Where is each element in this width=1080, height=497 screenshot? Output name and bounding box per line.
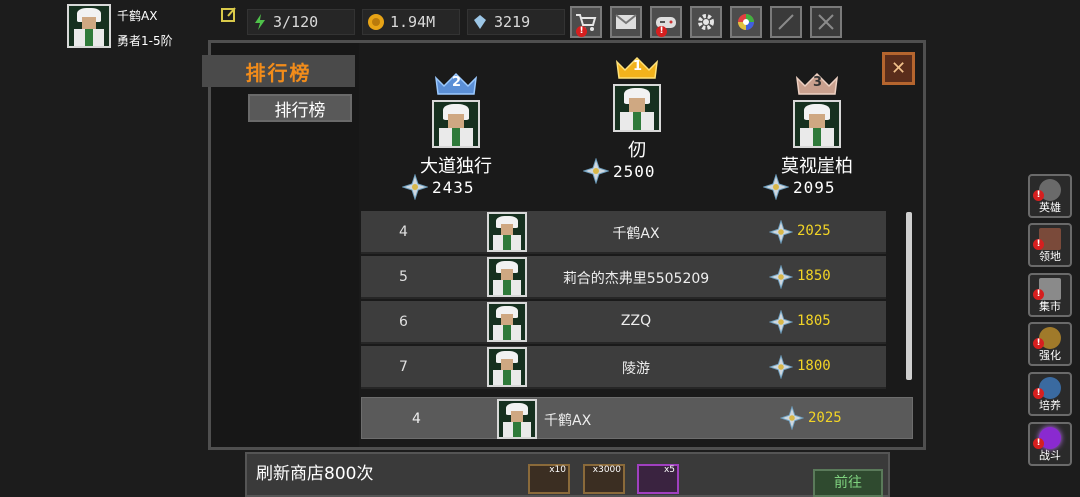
star-badge-icon bbox=[769, 355, 793, 379]
row-avatar bbox=[487, 302, 527, 342]
self-rank: 4 bbox=[412, 411, 421, 427]
row-avatar bbox=[487, 257, 527, 297]
edit-icon[interactable] bbox=[220, 6, 238, 24]
player-avatar[interactable] bbox=[67, 4, 111, 48]
close-icon: ✕ bbox=[890, 58, 907, 79]
reward-coin-item[interactable]: x3000 bbox=[583, 464, 625, 494]
player-name: 千鹤AX bbox=[117, 9, 158, 23]
go-button-label: 前往 bbox=[834, 475, 862, 491]
table-row[interactable]: 6 ZZQ 1805 bbox=[361, 301, 886, 344]
podium-first[interactable]: 1 仞 2500 bbox=[567, 52, 707, 186]
row-name: 陵游 bbox=[622, 361, 650, 377]
shop-cart-icon[interactable]: ! bbox=[570, 6, 602, 38]
self-rank-row[interactable]: 4 千鹤AX 2025 bbox=[361, 397, 913, 439]
reward-star-item[interactable]: x5 bbox=[637, 464, 679, 494]
podium-third-place: 3 bbox=[813, 75, 823, 90]
podium-second-place: 2 bbox=[452, 75, 462, 90]
podium-third-avatar bbox=[793, 100, 841, 148]
table-row[interactable]: 5 莉合的杰弗里5505209 1850 bbox=[361, 256, 886, 299]
gold-coin-icon bbox=[367, 13, 385, 35]
side-menu-enhance[interactable]: ! 强化 bbox=[1028, 322, 1072, 366]
star-badge-icon bbox=[763, 174, 789, 200]
side-menu-hero-label: 英雄 bbox=[1039, 201, 1061, 214]
podium-second[interactable]: 2 大道独行 2435 bbox=[386, 66, 526, 200]
side-menu-enhance-label: 强化 bbox=[1039, 349, 1061, 362]
tab-leaderboard-sub[interactable]: 排行榜 bbox=[248, 94, 352, 122]
gem-value: 3219 bbox=[494, 13, 531, 31]
row-rank: 6 bbox=[399, 314, 408, 330]
side-menu-cultivate-label: 培养 bbox=[1039, 399, 1061, 412]
row-rank: 5 bbox=[399, 269, 408, 285]
podium-third-score: 2095 bbox=[793, 178, 836, 197]
self-avatar bbox=[497, 399, 537, 439]
side-menu-battle-label: 战斗 bbox=[1039, 449, 1061, 462]
color-wheel-icon[interactable] bbox=[730, 6, 762, 38]
star-badge-icon bbox=[780, 406, 804, 430]
crossed-swords-icon[interactable] bbox=[810, 6, 842, 38]
side-menu-market[interactable]: ! 集市 bbox=[1028, 273, 1072, 317]
reward-coin-count: x3000 bbox=[592, 465, 621, 475]
row-avatar bbox=[487, 347, 527, 387]
podium-first-score: 2500 bbox=[613, 162, 656, 181]
feather-icon[interactable] bbox=[770, 6, 802, 38]
podium-first-place: 1 bbox=[633, 59, 643, 74]
row-score: 1805 bbox=[797, 313, 831, 329]
reward-diamond-count: x10 bbox=[549, 465, 566, 475]
side-menu-cultivate[interactable]: ! 培养 bbox=[1028, 372, 1072, 416]
side-menu-territory[interactable]: ! 领地 bbox=[1028, 223, 1072, 267]
podium-third[interactable]: 3 莫视崖柏 2095 bbox=[747, 66, 887, 200]
side-menu-hero[interactable]: ! 英雄 bbox=[1028, 174, 1072, 218]
gear-icon[interactable] bbox=[690, 6, 722, 38]
podium-first-avatar bbox=[613, 84, 661, 132]
tab-leaderboard-main[interactable]: 排行榜 bbox=[202, 55, 355, 87]
row-rank: 4 bbox=[399, 224, 408, 240]
table-row[interactable]: 7 陵游 1800 bbox=[361, 346, 886, 389]
row-score: 1800 bbox=[797, 358, 831, 374]
star-badge-icon bbox=[769, 310, 793, 334]
mail-icon[interactable] bbox=[610, 6, 642, 38]
side-menu-battle[interactable]: ! 战斗 bbox=[1028, 422, 1072, 466]
reward-diamond-item[interactable]: x10 bbox=[528, 464, 570, 494]
row-avatar bbox=[487, 212, 527, 252]
star-badge-icon bbox=[583, 158, 609, 184]
row-rank: 7 bbox=[399, 359, 408, 375]
star-badge-icon bbox=[769, 220, 793, 244]
row-name: 千鹤AX bbox=[612, 226, 660, 242]
self-score: 2025 bbox=[808, 410, 842, 426]
row-score: 2025 bbox=[797, 223, 831, 239]
task-text: 刷新商店800次 bbox=[256, 464, 374, 484]
player-rank: 勇者1-5阶 bbox=[117, 34, 173, 48]
gem-icon bbox=[471, 13, 489, 35]
list-scrollbar[interactable] bbox=[906, 212, 912, 380]
table-row[interactable]: 4 千鹤AX 2025 bbox=[361, 211, 886, 254]
podium-second-avatar bbox=[432, 100, 480, 148]
gold-value: 1.94M bbox=[390, 13, 436, 31]
go-button[interactable]: 前往 bbox=[813, 469, 883, 497]
energy-value: 3/120 bbox=[273, 13, 319, 31]
row-name: 莉合的杰弗里5505209 bbox=[562, 271, 710, 287]
side-menu-market-label: 集市 bbox=[1039, 300, 1061, 313]
star-badge-icon bbox=[402, 174, 428, 200]
reward-star-count: x5 bbox=[663, 465, 675, 475]
energy-icon bbox=[252, 13, 268, 35]
row-name: ZZQ bbox=[620, 313, 652, 329]
podium-second-score: 2435 bbox=[432, 178, 475, 197]
gamepad-icon[interactable]: ! bbox=[650, 6, 682, 38]
self-name: 千鹤AX bbox=[544, 413, 592, 429]
star-badge-icon bbox=[769, 265, 793, 289]
row-score: 1850 bbox=[797, 268, 831, 284]
side-menu-territory-label: 领地 bbox=[1039, 250, 1061, 263]
